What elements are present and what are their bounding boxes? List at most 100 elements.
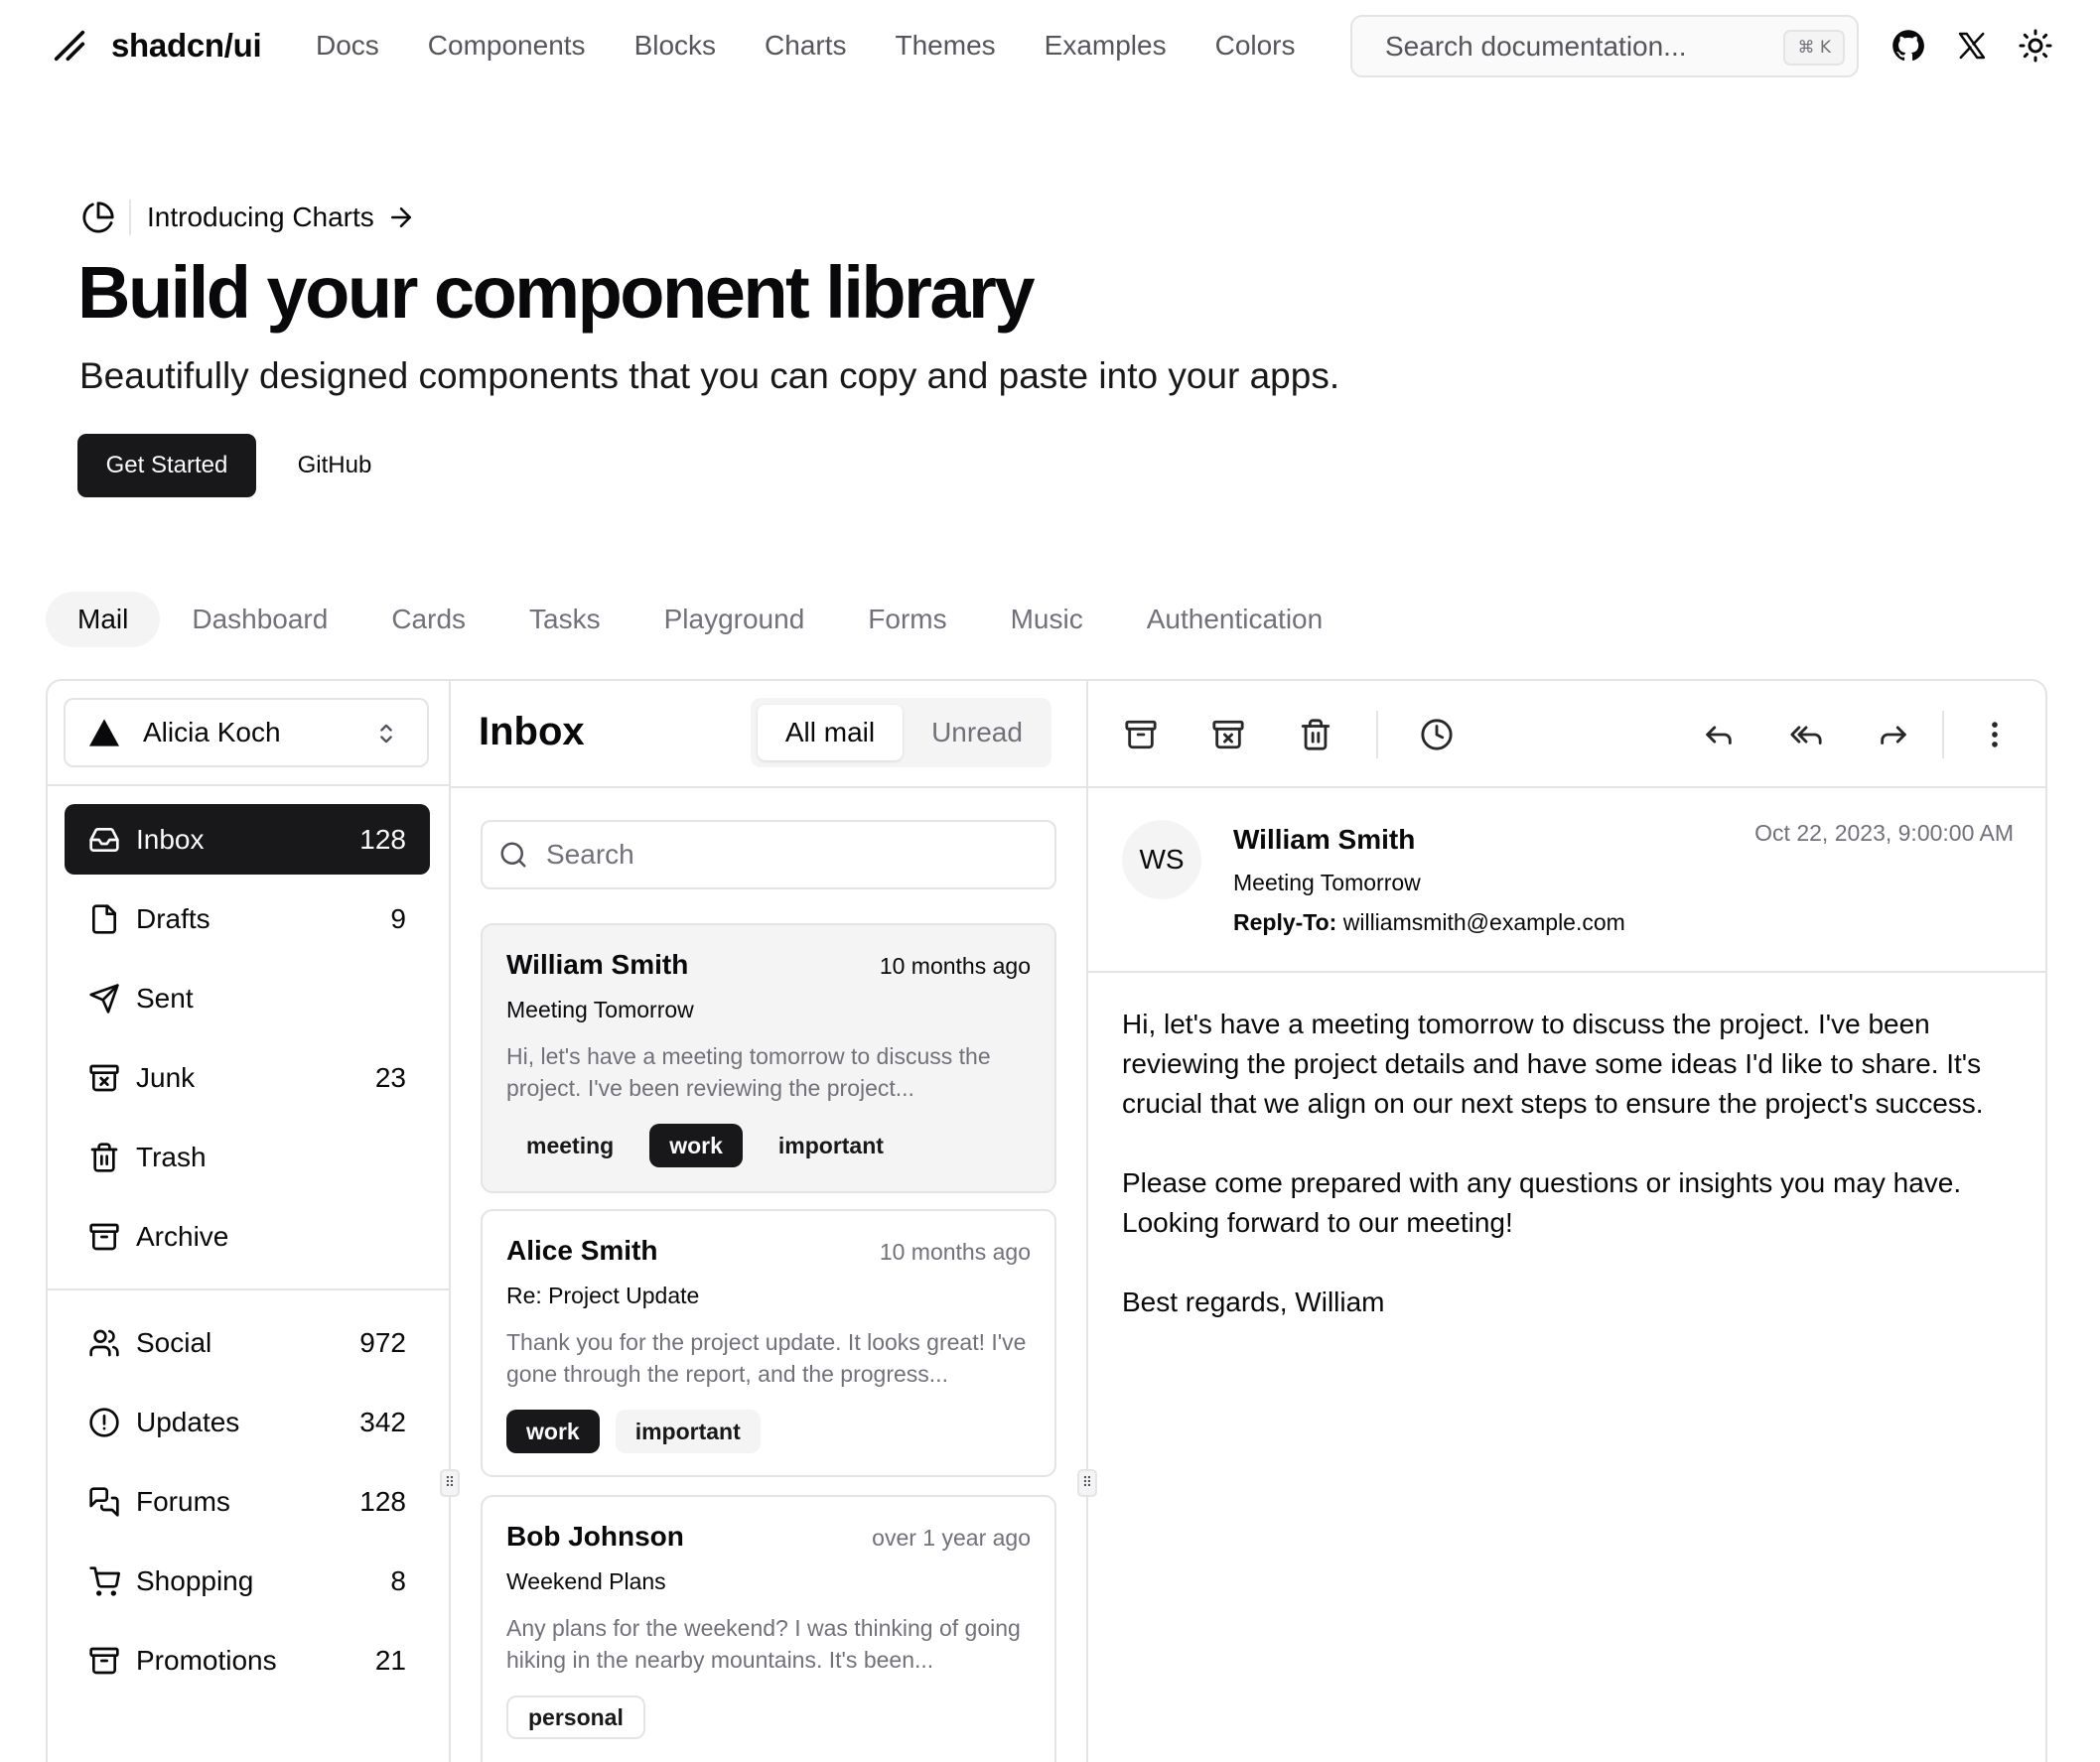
- tag-badge: work: [506, 1410, 600, 1453]
- reader-sender: William Smith: [1233, 824, 1416, 855]
- sidebar-item-shopping[interactable]: Shopping 8: [65, 1546, 430, 1616]
- sidebar-item-social[interactable]: Social 972: [65, 1307, 430, 1378]
- mail-list-item[interactable]: Bob Johnson over 1 year ago Weekend Plan…: [481, 1495, 1056, 1762]
- sidebar-item-promotions[interactable]: Promotions 21: [65, 1625, 430, 1695]
- more-vertical-icon[interactable]: [1978, 718, 2012, 751]
- announcement-text: Introducing Charts: [147, 202, 374, 232]
- sidebar-item-trash[interactable]: Trash: [65, 1122, 430, 1192]
- get-started-button[interactable]: Get Started: [77, 434, 256, 497]
- x-icon[interactable]: [1954, 28, 1990, 64]
- nav-link-blocks[interactable]: Blocks: [634, 26, 716, 66]
- mail-list-item[interactable]: Alice Smith 10 months ago Re: Project Up…: [481, 1209, 1056, 1477]
- toolbar-separator: [1942, 711, 1944, 758]
- logo[interactable]: shadcn/ui: [50, 26, 262, 66]
- sidebar-resize-handle[interactable]: ⠿: [440, 1469, 460, 1497]
- archive-icon[interactable]: [1124, 718, 1158, 751]
- account-logo-icon: [87, 718, 121, 747]
- mail-preview: Hi, let's have a meeting tomorrow to dis…: [506, 1043, 991, 1101]
- nav-links: Docs Components Blocks Charts Themes Exa…: [316, 26, 1296, 66]
- github-button[interactable]: GitHub: [278, 434, 391, 497]
- hero-title: Build your component library: [77, 251, 1036, 334]
- github-icon[interactable]: [1890, 28, 1926, 64]
- sidebar-item-inbox[interactable]: Inbox 128: [65, 804, 430, 875]
- nav-link-themes[interactable]: Themes: [896, 26, 996, 66]
- nav-link-colors[interactable]: Colors: [1215, 26, 1296, 66]
- sidebar-item-label: Updates: [136, 1406, 240, 1437]
- nav-link-charts[interactable]: Charts: [765, 26, 846, 66]
- mail-filter-toggle: All mail Unread: [751, 698, 1051, 767]
- mail-sender: Bob Johnson: [506, 1521, 684, 1552]
- mail-list-item[interactable]: William Smith 10 months ago Meeting Tomo…: [481, 923, 1056, 1193]
- cart-icon: [88, 1565, 120, 1597]
- account-switcher[interactable]: Alicia Koch: [64, 698, 429, 767]
- reader-subject: Meeting Tomorrow: [1233, 870, 1421, 895]
- sidebar-item-label: Promotions: [136, 1644, 277, 1676]
- mail-date: 10 months ago: [879, 953, 1031, 979]
- list-resize-handle[interactable]: ⠿: [1077, 1469, 1097, 1497]
- clock-icon[interactable]: [1420, 718, 1454, 751]
- sidebar-item-updates[interactable]: Updates 342: [65, 1387, 430, 1457]
- top-navbar: shadcn/ui Docs Components Blocks Charts …: [0, 0, 2100, 91]
- sidebar-item-label: Forums: [136, 1485, 230, 1517]
- archive-x-icon[interactable]: [1211, 718, 1245, 751]
- mail-subject: Meeting Tomorrow: [506, 997, 694, 1022]
- logo-icon: [50, 26, 89, 66]
- arrow-right-icon: [386, 203, 416, 232]
- nav-link-examples[interactable]: Examples: [1045, 26, 1167, 66]
- reply-to-address: williamsmith@example.com: [1342, 909, 1625, 935]
- tab-mail[interactable]: Mail: [46, 592, 161, 647]
- sidebar-item-label: Sent: [136, 982, 194, 1014]
- reader-reply-to: Reply-To: williamsmith@example.com: [1233, 909, 1625, 936]
- sidebar-item-sent[interactable]: Sent: [65, 963, 430, 1033]
- search-documentation-button[interactable]: Search documentation... ⌘ K: [1350, 15, 1859, 77]
- tab-music[interactable]: Music: [979, 592, 1115, 647]
- tab-unread[interactable]: Unread: [910, 705, 1045, 760]
- tab-authentication[interactable]: Authentication: [1115, 592, 1354, 647]
- sidebar-item-label: Social: [136, 1326, 212, 1358]
- announcement-link[interactable]: Introducing Charts: [81, 197, 416, 238]
- announcement-divider: [129, 200, 131, 235]
- tag-badge: personal: [506, 1695, 645, 1739]
- trash-icon[interactable]: [1299, 718, 1332, 751]
- tag-badge: work: [649, 1124, 743, 1167]
- sidebar-item-count: 128: [359, 823, 406, 855]
- mail-subject: Weekend Plans: [506, 1568, 666, 1594]
- tab-dashboard[interactable]: Dashboard: [160, 592, 359, 647]
- tab-all-mail[interactable]: All mail: [758, 705, 903, 760]
- tab-tasks[interactable]: Tasks: [497, 592, 632, 647]
- inbox-icon: [88, 824, 120, 856]
- search-documentation-placeholder: Search documentation...: [1385, 31, 1687, 62]
- search-shortcut-badge: ⌘ K: [1783, 30, 1845, 66]
- sun-icon[interactable]: [2018, 28, 2053, 64]
- tab-playground[interactable]: Playground: [632, 592, 837, 647]
- tab-cards[interactable]: Cards: [359, 592, 497, 647]
- search-input[interactable]: Search: [481, 820, 1056, 889]
- sidebar-item-forums[interactable]: Forums 128: [65, 1466, 430, 1537]
- mail-tags: work important: [506, 1410, 761, 1453]
- hero-subtitle: Beautifully designed components that you…: [79, 355, 1340, 396]
- sidebar-item-count: 342: [359, 1406, 406, 1437]
- sidebar-item-label: Shopping: [136, 1564, 254, 1596]
- trash-icon: [88, 1142, 120, 1173]
- sidebar-separator: [48, 1288, 449, 1290]
- sidebar-item-drafts[interactable]: Drafts 9: [65, 883, 430, 954]
- nav-link-components[interactable]: Components: [428, 26, 586, 66]
- reply-all-icon[interactable]: [1789, 718, 1823, 751]
- alert-circle-icon: [88, 1407, 120, 1438]
- users-icon: [88, 1327, 120, 1359]
- search-icon: [498, 840, 528, 870]
- sidebar-separator: [48, 784, 449, 786]
- nav-link-docs[interactable]: Docs: [316, 26, 379, 66]
- sidebar-item-count: 23: [374, 1061, 406, 1093]
- sidebar-item-label: Drafts: [136, 902, 210, 934]
- messages-icon: [88, 1486, 120, 1518]
- tab-forms[interactable]: Forms: [836, 592, 978, 647]
- reply-icon[interactable]: [1702, 718, 1736, 751]
- sidebar-item-junk[interactable]: Junk 23: [65, 1042, 430, 1113]
- mail-preview: Any plans for the weekend? I was thinkin…: [506, 1615, 1021, 1673]
- forward-icon[interactable]: [1877, 718, 1910, 751]
- sidebar-item-archive[interactable]: Archive: [65, 1201, 430, 1272]
- pie-chart-icon: [81, 201, 115, 234]
- mail-tags: meeting work important: [506, 1124, 904, 1167]
- list-header-separator: [449, 786, 1088, 788]
